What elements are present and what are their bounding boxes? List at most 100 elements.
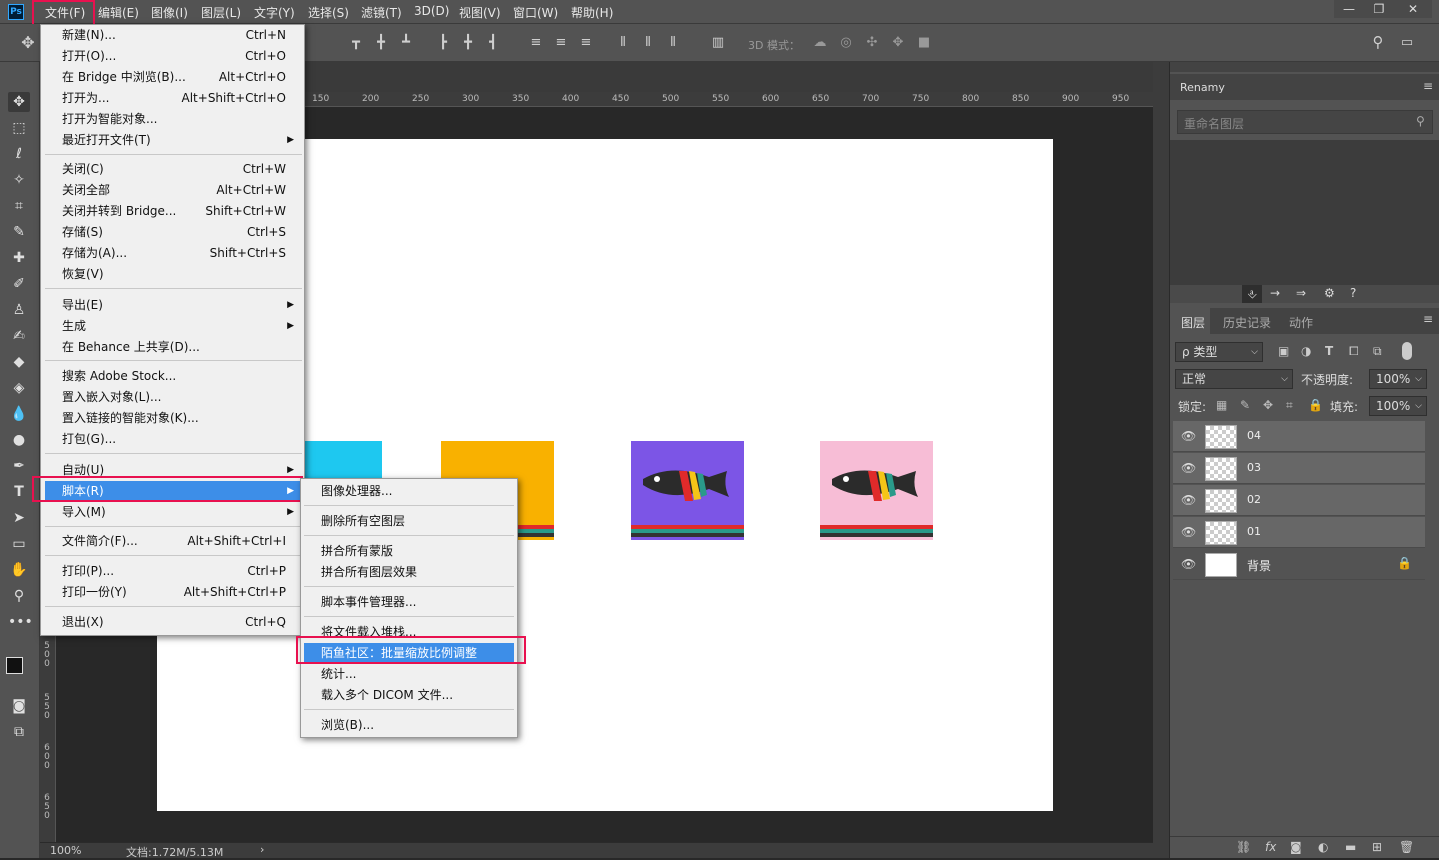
menu-item-save-as[interactable]: 存储为(A)... Shift+Ctrl+S bbox=[45, 243, 300, 264]
lock-all-icon[interactable]: 🔒 bbox=[1308, 398, 1323, 412]
submenu-item-script-events[interactable]: 脚本事件管理器... bbox=[304, 592, 514, 613]
clone-stamp-tool-icon[interactable]: ♙ bbox=[8, 300, 30, 320]
panel-menu-icon[interactable]: ≡ bbox=[1423, 79, 1433, 93]
dodge-tool-icon[interactable]: ● bbox=[8, 430, 30, 450]
menu-type[interactable]: 文字(Y) bbox=[254, 4, 295, 21]
align-top-icon[interactable]: ┳ bbox=[348, 35, 364, 50]
filter-toggle-icon[interactable] bbox=[1402, 342, 1412, 360]
double-arrow-icon[interactable]: ⇒ bbox=[1296, 286, 1306, 300]
layer-name[interactable]: 背景 bbox=[1247, 557, 1271, 574]
distribute-left-icon[interactable]: ⦀ bbox=[615, 35, 631, 50]
close-window-button[interactable]: ✕ bbox=[1394, 0, 1432, 18]
search-icon[interactable]: ⚲ bbox=[1416, 114, 1425, 128]
layer-row[interactable]: 👁 03 bbox=[1173, 453, 1425, 484]
3d-orbit-icon[interactable]: ☁ bbox=[812, 35, 828, 50]
distribute-top-icon[interactable]: ≡ bbox=[528, 35, 544, 50]
fill-input[interactable]: 100% ⌵ bbox=[1369, 396, 1427, 416]
submenu-item-browse[interactable]: 浏览(B)... bbox=[304, 715, 514, 736]
menu-item-package[interactable]: 打包(G)... bbox=[45, 429, 300, 450]
menu-item-save[interactable]: 存储(S) Ctrl+S bbox=[45, 222, 300, 243]
lock-transparent-icon[interactable]: ▦ bbox=[1216, 398, 1227, 412]
menu-window[interactable]: 窗口(W) bbox=[513, 4, 558, 21]
pen-tool-icon[interactable]: ✒ bbox=[8, 456, 30, 476]
rectangle-tool-icon[interactable]: ▭ bbox=[8, 534, 30, 554]
move-tool-icon[interactable]: ✥ bbox=[20, 33, 36, 52]
distribute-bottom-icon[interactable]: ≡ bbox=[578, 35, 594, 50]
menu-item-export[interactable]: 导出(E) ▶ bbox=[45, 295, 300, 316]
renamy-tab[interactable]: Renamy bbox=[1180, 81, 1225, 94]
type-filter-icon[interactable]: T bbox=[1325, 344, 1333, 358]
adjustment-layer-icon[interactable]: ◐ bbox=[1318, 840, 1328, 854]
align-bottom-icon[interactable]: ┻ bbox=[398, 35, 414, 50]
eraser-tool-icon[interactable]: ◆ bbox=[8, 352, 30, 372]
lock-pixels-icon[interactable]: ✎ bbox=[1240, 398, 1250, 412]
marquee-tool-icon[interactable]: ⬚ bbox=[8, 118, 30, 138]
eye-icon[interactable]: 👁 bbox=[1181, 461, 1196, 475]
zoom-tool-icon[interactable]: ⚲ bbox=[8, 586, 30, 606]
menu-item-close-all[interactable]: 关闭全部 Alt+Ctrl+W bbox=[45, 180, 300, 201]
menu-item-new[interactable]: 新建(N)... Ctrl+N bbox=[45, 25, 300, 46]
foreground-color-swatch[interactable] bbox=[6, 657, 23, 674]
align-hcenter-icon[interactable]: ╋ bbox=[460, 35, 476, 50]
menu-item-file-info[interactable]: 文件简介(F)... Alt+Shift+Ctrl+I bbox=[45, 531, 300, 552]
history-brush-tool-icon[interactable]: ✍ bbox=[8, 326, 30, 346]
search-icon[interactable]: ⚲ bbox=[1370, 33, 1386, 51]
submenu-item-image-processor[interactable]: 图像处理器... bbox=[304, 481, 514, 502]
menu-item-close-go-bridge[interactable]: 关闭并转到 Bridge... Shift+Ctrl+W bbox=[45, 201, 300, 222]
menu-3d[interactable]: 3D(D) bbox=[414, 4, 449, 18]
layer-row-background[interactable]: 👁 背景 🔒 bbox=[1173, 549, 1425, 580]
submenu-item-flatten-masks[interactable]: 拼合所有蒙版 bbox=[304, 541, 514, 562]
menu-item-import[interactable]: 导入(M) ▶ bbox=[45, 502, 300, 523]
menu-item-open-as[interactable]: 打开为... Alt+Shift+Ctrl+O bbox=[45, 88, 300, 109]
menu-view[interactable]: 视图(V) bbox=[459, 4, 501, 21]
eye-icon[interactable]: 👁 bbox=[1181, 525, 1196, 539]
menu-item-print[interactable]: 打印(P)... Ctrl+P bbox=[45, 561, 300, 582]
distribute-right-icon[interactable]: ⦀ bbox=[665, 35, 681, 50]
type-tool-icon[interactable]: T bbox=[8, 482, 30, 502]
add-mask-icon[interactable]: ◙ bbox=[1290, 840, 1302, 854]
blend-mode-select[interactable]: 正常 ⌵ bbox=[1175, 369, 1293, 389]
3d-pan-icon[interactable]: ✣ bbox=[864, 35, 880, 50]
rename-icon[interactable]: ⎀ bbox=[1242, 285, 1262, 303]
vertical-scrollbar[interactable] bbox=[1153, 62, 1169, 858]
eye-icon[interactable]: 👁 bbox=[1181, 429, 1196, 443]
eye-icon[interactable]: 👁 bbox=[1181, 493, 1196, 507]
submenu-item-delete-empty-layers[interactable]: 删除所有空图层 bbox=[304, 511, 514, 532]
renamy-search-input[interactable]: 重命名图层 ⚲ bbox=[1177, 110, 1433, 134]
minimize-button[interactable]: — bbox=[1334, 0, 1364, 18]
shape-filter-icon[interactable]: ⧠ bbox=[1349, 344, 1359, 359]
arrow-right-icon[interactable]: → bbox=[1270, 286, 1280, 300]
brush-tool-icon[interactable]: ✐ bbox=[8, 274, 30, 294]
menu-select[interactable]: 选择(S) bbox=[308, 4, 349, 21]
layer-name[interactable]: 03 bbox=[1247, 461, 1261, 474]
layer-filter-select[interactable]: ρ 类型 ⌵ bbox=[1175, 342, 1263, 362]
menu-layer[interactable]: 图层(L) bbox=[201, 4, 241, 21]
layer-row[interactable]: 👁 04 bbox=[1173, 421, 1425, 452]
menu-item-close[interactable]: 关闭(C) Ctrl+W bbox=[45, 159, 300, 180]
chevron-right-icon[interactable]: › bbox=[260, 843, 264, 856]
adjustment-filter-icon[interactable]: ◑ bbox=[1301, 344, 1311, 358]
layer-name[interactable]: 04 bbox=[1247, 429, 1261, 442]
align-left-icon[interactable]: ┣ bbox=[435, 35, 451, 50]
delete-layer-icon[interactable]: 🗑 bbox=[1399, 840, 1414, 854]
menu-item-open-smart-object[interactable]: 打开为智能对象... bbox=[45, 109, 300, 130]
menu-item-recent-files[interactable]: 最近打开文件(T) ▶ bbox=[45, 130, 300, 151]
menu-item-open[interactable]: 打开(O)... Ctrl+O bbox=[45, 46, 300, 67]
restore-button[interactable]: ❐ bbox=[1364, 0, 1394, 18]
blur-tool-icon[interactable]: 💧 bbox=[8, 404, 30, 424]
crop-tool-icon[interactable]: ⌗ bbox=[8, 196, 30, 216]
more-tools-icon[interactable]: ••• bbox=[8, 612, 33, 632]
tab-history[interactable]: 历史记录 bbox=[1223, 314, 1271, 331]
opacity-input[interactable]: 100% ⌵ bbox=[1369, 369, 1427, 389]
quick-mask-icon[interactable]: ◙ bbox=[8, 696, 30, 716]
menu-item-generate[interactable]: 生成 ▶ bbox=[45, 316, 300, 337]
align-right-icon[interactable]: ┫ bbox=[485, 35, 501, 50]
auto-align-icon[interactable]: ▥ bbox=[710, 35, 726, 50]
lock-position-icon[interactable]: ✥ bbox=[1263, 398, 1273, 412]
path-selection-tool-icon[interactable]: ➤ bbox=[8, 508, 30, 528]
panel-collapse-bar[interactable] bbox=[1170, 62, 1439, 72]
move-tool-icon[interactable]: ✥ bbox=[8, 92, 30, 112]
layer-row[interactable]: 👁 02 bbox=[1173, 485, 1425, 516]
distribute-hcenter-icon[interactable]: ⦀ bbox=[640, 35, 656, 50]
menu-help[interactable]: 帮助(H) bbox=[571, 4, 613, 21]
